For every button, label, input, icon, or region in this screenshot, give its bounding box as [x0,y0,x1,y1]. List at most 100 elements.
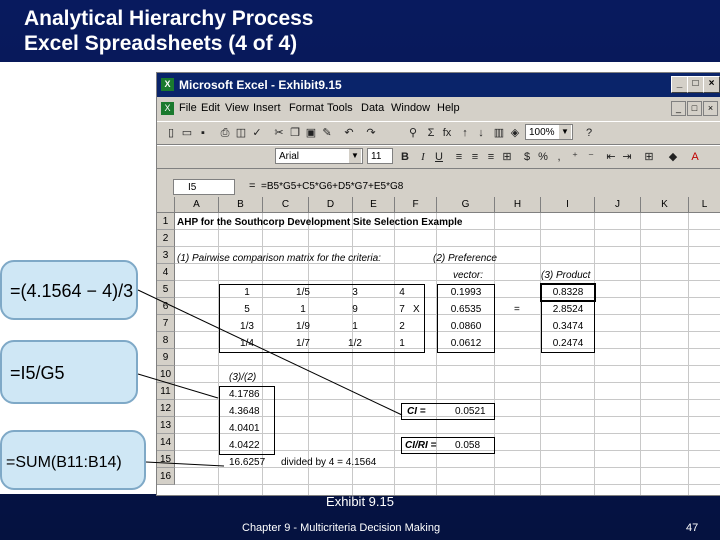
column-header-a[interactable]: A [175,197,219,213]
row-header-8[interactable]: 8 [157,332,175,349]
drawing-icon[interactable]: ◈ [507,125,523,141]
row-header-15[interactable]: 15 [157,451,175,468]
bold-button[interactable]: B [397,149,413,165]
column-header-c[interactable]: C [263,197,309,213]
row-header-2[interactable]: 2 [157,230,175,247]
ratio-sum[interactable]: 16.6257 [229,457,265,468]
divided-note[interactable]: divided by 4 = 4.1564 [281,457,376,468]
help-icon[interactable]: ? [581,125,597,141]
row-header-1[interactable]: 1 [157,213,175,230]
decrease-indent-icon[interactable]: ⇤ [603,149,619,165]
underline-button[interactable]: U [431,149,447,165]
column-header-l[interactable]: L [689,197,720,213]
menu-format[interactable]: Format [289,102,324,114]
increase-decimal-icon[interactable]: ⁺ [567,149,583,165]
menu-help[interactable]: Help [437,102,460,114]
paste-function-icon[interactable]: fx [439,125,455,141]
currency-button[interactable]: $ [519,149,535,165]
open-icon[interactable]: ▭ [179,125,195,141]
row-header-4[interactable]: 4 [157,264,175,281]
label-pairwise-matrix[interactable]: (1) Pairwise comparison matrix for the c… [177,253,381,264]
row-header-16[interactable]: 16 [157,468,175,485]
menu-edit[interactable]: Edit [201,102,220,114]
minimize-button[interactable]: _ [671,76,688,93]
maximize-button[interactable]: □ [687,76,704,93]
row-header-3[interactable]: 3 [157,247,175,264]
menu-file[interactable]: File [179,102,197,114]
column-header-j[interactable]: J [595,197,641,213]
doc-restore-button[interactable]: □ [687,101,702,116]
doc-minimize-button[interactable]: _ [671,101,686,116]
menu-window[interactable]: Window [391,102,430,114]
cut-icon[interactable]: ✂ [271,125,287,141]
format-painter-icon[interactable]: ✎ [319,125,335,141]
spelling-icon[interactable]: ✓ [249,125,265,141]
label-preference-vector-2[interactable]: vector: [453,270,483,281]
sort-descending-icon[interactable]: ↓ [473,125,489,141]
font-name-select[interactable]: Arial ▼ [275,148,363,164]
fill-color-icon[interactable]: ◆ [665,149,681,165]
label-product[interactable]: (3) Product [541,270,590,281]
column-header-k[interactable]: K [641,197,689,213]
row-header-13[interactable]: 13 [157,417,175,434]
label-ratio[interactable]: (3)/(2) [229,372,256,383]
comma-style-icon[interactable]: , [551,149,567,165]
align-right-icon[interactable]: ≡ [483,149,499,165]
row-header-5[interactable]: 5 [157,281,175,298]
select-all-corner[interactable] [157,197,175,213]
active-cell[interactable] [540,283,596,302]
row-header-11[interactable]: 11 [157,383,175,400]
autosum-icon[interactable]: Σ [423,125,439,141]
label-preference-vector[interactable]: (2) Preference [433,253,497,264]
column-header-h[interactable]: H [495,197,541,213]
close-button[interactable]: × [703,76,720,93]
window-titlebar[interactable]: X Microsoft Excel - Exhibit9.15 _ □ × [157,73,720,97]
menu-tools[interactable]: Tools [327,102,353,114]
print-preview-icon[interactable]: ◫ [233,125,249,141]
column-header-e[interactable]: E [353,197,395,213]
zoom-select[interactable]: 100% ▼ [525,124,573,140]
row-header-10[interactable]: 10 [157,366,175,383]
copy-icon[interactable]: ❐ [287,125,303,141]
row-header-14[interactable]: 14 [157,434,175,451]
column-header-g[interactable]: G [437,197,495,213]
paste-icon[interactable]: ▣ [303,125,319,141]
menu-insert[interactable]: Insert [253,102,281,114]
new-icon[interactable]: ▯ [163,125,179,141]
hyperlink-icon[interactable]: ⚲ [405,125,421,141]
worksheet-grid[interactable]: ABCDEFGHIJKL 1 2 3 4 5 6 7 8 9 10 11 12 13 14 15 16 AHP… [157,197,720,495]
borders-icon[interactable]: ⊞ [641,149,657,165]
chart-wizard-icon[interactable]: ▥ [491,125,507,141]
sort-ascending-icon[interactable]: ↑ [457,125,473,141]
column-header-d[interactable]: D [309,197,353,213]
italic-button[interactable]: I [415,149,431,165]
workbook-icon[interactable]: X [161,102,174,115]
align-left-icon[interactable]: ≡ [451,149,467,165]
doc-close-button[interactable]: × [703,101,718,116]
row-header-9[interactable]: 9 [157,349,175,366]
formula-input[interactable]: =B5*G5+C5*G6+D5*G7+E5*G8 [261,181,403,192]
redo-icon[interactable]: ↷ [363,125,379,141]
exhibit-caption: Exhibit 9.15 [326,494,394,509]
font-color-icon[interactable]: A [687,149,703,165]
decrease-decimal-icon[interactable]: ⁻ [583,149,599,165]
row-header-7[interactable]: 7 [157,315,175,332]
name-box[interactable]: I5 [173,179,235,195]
undo-icon[interactable]: ↶ [341,125,357,141]
sheet-title[interactable]: AHP for the Southcorp Development Site S… [177,217,462,228]
percent-button[interactable]: % [535,149,551,165]
menu-view[interactable]: View [225,102,249,114]
column-header-f[interactable]: F [395,197,437,213]
row-header-6[interactable]: 6 [157,298,175,315]
align-center-icon[interactable]: ≡ [467,149,483,165]
increase-indent-icon[interactable]: ⇥ [619,149,635,165]
menu-data[interactable]: Data [361,102,384,114]
row-header-12[interactable]: 12 [157,400,175,417]
merge-center-icon[interactable]: ⊞ [499,149,515,165]
column-header-b[interactable]: B [219,197,263,213]
equals-symbol[interactable]: = [514,304,520,315]
font-size-select[interactable]: 11 [367,148,393,164]
column-header-i[interactable]: I [541,197,595,213]
print-icon[interactable]: ⎙ [217,125,233,141]
save-icon[interactable]: ▪ [195,125,211,141]
